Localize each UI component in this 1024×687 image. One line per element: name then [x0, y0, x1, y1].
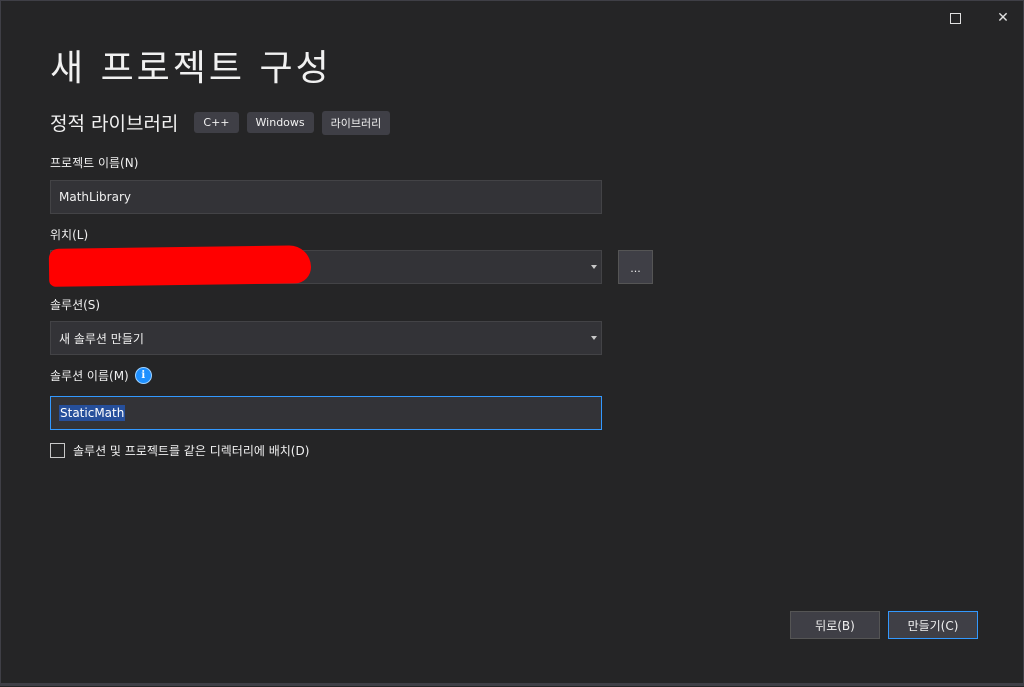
- browse-button[interactable]: ...: [618, 250, 653, 284]
- solution-select[interactable]: 새 솔루션 만들기: [50, 321, 602, 355]
- configure-project-dialog: ✕ 새 프로젝트 구성 정적 라이브러리 C++ Windows 라이브러리 프…: [0, 0, 1024, 686]
- tag-language: C++: [194, 112, 239, 133]
- solution-name-input[interactable]: StaticMath: [50, 396, 602, 430]
- redaction-mark: [48, 245, 312, 287]
- tag-platform: Windows: [246, 112, 314, 133]
- solution-name-label: 솔루션 이름(M): [50, 369, 129, 383]
- create-button[interactable]: 만들기(C): [888, 611, 978, 639]
- solution-value: 새 솔루션 만들기: [59, 331, 144, 346]
- project-name-label: 프로젝트 이름(N): [50, 156, 139, 170]
- chevron-down-icon[interactable]: [591, 265, 597, 269]
- back-button[interactable]: 뒤로(B): [790, 611, 880, 639]
- same-directory-label[interactable]: 솔루션 및 프로젝트를 같은 디렉터리에 배치(D): [73, 442, 309, 459]
- page-title: 새 프로젝트 구성: [50, 48, 332, 89]
- template-name: 정적 라이브러리: [50, 113, 179, 135]
- solution-label: 솔루션(S): [50, 298, 101, 312]
- solution-name-label-row: 솔루션 이름(M) i: [50, 367, 152, 384]
- close-button[interactable]: ✕: [983, 5, 1023, 31]
- maximize-icon: [949, 12, 961, 24]
- info-icon[interactable]: i: [134, 367, 152, 384]
- maximize-button[interactable]: [935, 5, 975, 31]
- project-name-input[interactable]: MathLibrary: [50, 180, 602, 214]
- same-directory-checkbox[interactable]: [50, 443, 65, 458]
- close-icon: ✕: [997, 10, 1009, 26]
- template-info-row: 정적 라이브러리 C++ Windows 라이브러리: [50, 109, 398, 136]
- tag-project-type: 라이브러리: [321, 110, 391, 135]
- location-label: 위치(L): [50, 228, 89, 242]
- chevron-down-icon[interactable]: [591, 336, 597, 340]
- solution-name-value: StaticMath: [59, 405, 126, 421]
- same-directory-option[interactable]: 솔루션 및 프로젝트를 같은 디렉터리에 배치(D): [50, 442, 309, 459]
- project-name-value: MathLibrary: [59, 190, 131, 204]
